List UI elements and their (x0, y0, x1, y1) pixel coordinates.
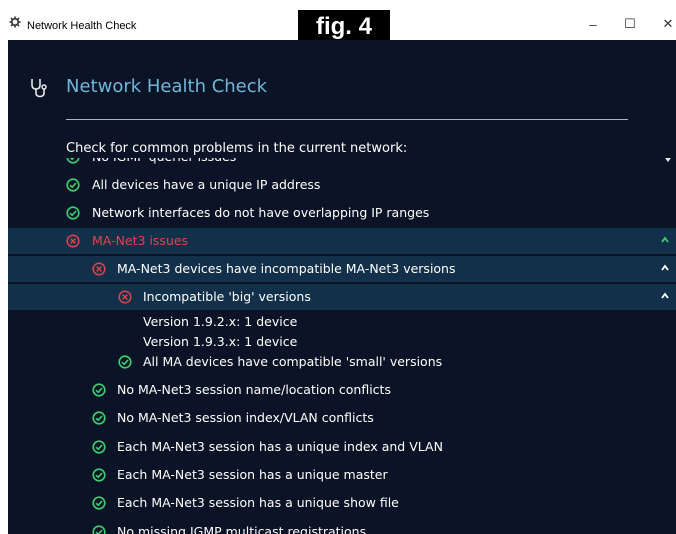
title-bar: Network Health Check fig. 4 – ☐ ✕ (0, 0, 676, 43)
check-group-label: Incompatible 'big' versions (143, 289, 311, 304)
page-subtitle: Check for common problems in the current… (66, 141, 408, 156)
check-item-no-overlap[interactable]: Network interfaces do not have overlappi… (8, 200, 676, 226)
version-detail: Version 1.9.2.x: 1 device (143, 314, 298, 329)
check-item-unique-master[interactable]: Each MA-Net3 session has a unique master (8, 462, 676, 488)
figure-label: fig. 4 (298, 10, 390, 43)
error-circle-icon (66, 234, 80, 248)
check-circle-icon (66, 206, 80, 220)
minimize-icon: – (589, 16, 597, 32)
check-item-unique-ip[interactable]: All devices have a unique IP address (8, 172, 676, 198)
chevron-up-icon[interactable] (660, 263, 670, 273)
check-circle-icon (92, 440, 106, 454)
check-group-manet3-issues[interactable]: MA-Net3 issues (8, 228, 676, 254)
check-circle-icon (92, 496, 106, 510)
check-group-incompatible-versions[interactable]: MA-Net3 devices have incompatible MA-Net… (8, 256, 676, 282)
check-item-no-name-conflicts[interactable]: No MA-Net3 session name/location conflic… (8, 377, 676, 403)
check-circle-icon (92, 468, 106, 482)
check-item-label: Network interfaces do not have overlappi… (92, 205, 430, 220)
close-icon: ✕ (662, 16, 674, 31)
gear-icon (9, 16, 21, 28)
check-item-label: No missing IGMP multicast registrations (117, 524, 367, 534)
version-detail: Version 1.9.3.x: 1 device (143, 334, 298, 349)
close-button[interactable]: ✕ (658, 14, 676, 34)
check-item-label: No MA-Net3 session name/location conflic… (117, 382, 391, 397)
check-item-unique-show[interactable]: Each MA-Net3 session has a unique show f… (8, 490, 676, 516)
check-item-label: All MA devices have compatible 'small' v… (143, 354, 443, 369)
minimize-button[interactable]: – (583, 14, 603, 34)
error-circle-icon (118, 290, 132, 304)
stethoscope-icon (31, 79, 47, 98)
error-circle-icon (92, 262, 106, 276)
check-circle-icon (92, 525, 106, 534)
check-item-label: All devices have a unique IP address (92, 177, 321, 192)
app-body: Network Health Check Check for common pr… (8, 40, 676, 534)
maximize-button[interactable]: ☐ (620, 14, 640, 34)
check-item-label: Each MA-Net3 session has a unique master (117, 467, 388, 482)
check-group-label: MA-Net3 devices have incompatible MA-Net… (117, 261, 456, 276)
check-group-incompatible-big[interactable]: Incompatible 'big' versions (8, 284, 676, 310)
window-title: Network Health Check (27, 20, 137, 32)
check-circle-icon (92, 383, 106, 397)
check-circle-icon (92, 411, 106, 425)
chevron-up-icon[interactable] (660, 235, 670, 245)
check-item-label: No MA-Net3 session index/VLAN conflicts (117, 410, 374, 425)
chevron-up-icon[interactable] (660, 291, 670, 301)
check-item-no-index-conflicts[interactable]: No MA-Net3 session index/VLAN conflicts (8, 405, 676, 431)
check-group-label: MA-Net3 issues (92, 233, 189, 248)
check-circle-icon (118, 355, 132, 369)
check-item-label: Each MA-Net3 session has a unique index … (117, 439, 443, 454)
check-item-igmp-registrations[interactable]: No missing IGMP multicast registrations (8, 519, 676, 534)
header-divider (66, 119, 628, 120)
check-item-compatible-small[interactable]: All MA devices have compatible 'small' v… (8, 349, 676, 375)
check-item-unique-index-vlan[interactable]: Each MA-Net3 session has a unique index … (8, 434, 676, 460)
check-circle-icon (66, 178, 80, 192)
chevron-down-icon[interactable] (664, 157, 672, 163)
check-item-label: Each MA-Net3 session has a unique show f… (117, 495, 399, 510)
maximize-icon: ☐ (624, 16, 636, 31)
page-title: Network Health Check (66, 76, 268, 97)
